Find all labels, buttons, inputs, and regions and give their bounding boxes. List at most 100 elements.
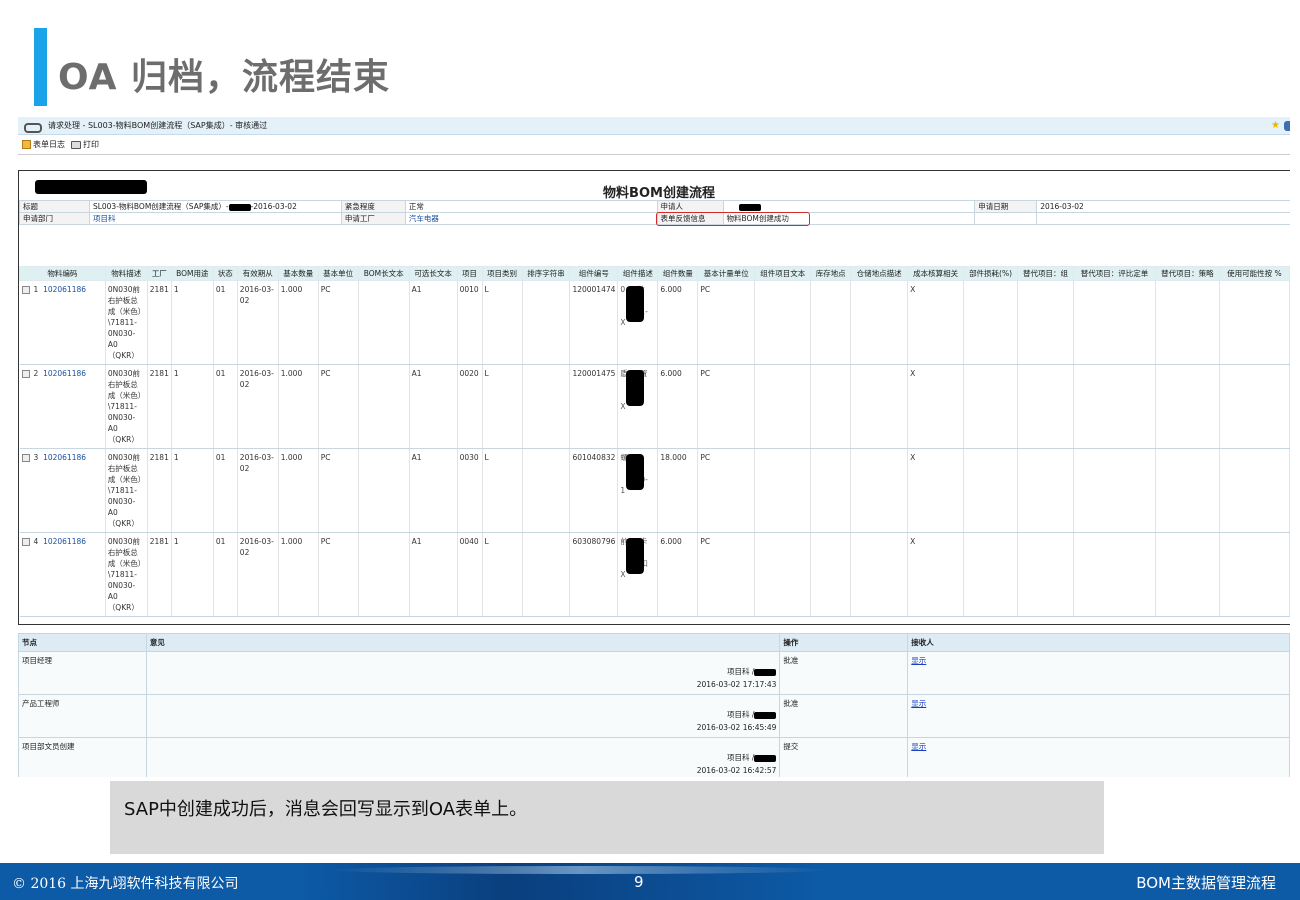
cost-cell: X (907, 448, 965, 533)
print-button[interactable]: 打印 (71, 139, 99, 150)
alt-rank-cell (1073, 448, 1156, 533)
form-title: 物料BOM创建流程 (603, 186, 715, 201)
alt-strategy-cell (1155, 448, 1220, 533)
qty-cell: 1.000 (278, 280, 319, 365)
approval-action: 批准 (779, 651, 909, 695)
comp-qty-cell: 6.000 (657, 532, 699, 617)
cost-cell: X (907, 364, 965, 449)
alt-cell: A1 (409, 280, 458, 365)
row-checkbox[interactable] (21, 286, 30, 294)
column-header: 可选长文本 (408, 266, 458, 281)
column-header: 替代项目：组 (1017, 266, 1074, 281)
comp-qty-cell: 18.000 (657, 448, 699, 533)
material-cell: 2 102061186 (19, 364, 106, 449)
urgency-value: 正常 (404, 200, 658, 213)
column-header: 状态 (212, 266, 238, 281)
material-cell: 4 102061186 (19, 532, 106, 617)
comp-text-cell (754, 364, 812, 449)
usage-cell: 1 (171, 532, 214, 617)
table-row: 1 102061186 0N030前右护板总成（米色）\71811-0N030-A… (19, 280, 1290, 365)
column-header: 基本单位 (317, 266, 359, 281)
approval-receiver: 显示 (907, 651, 1290, 695)
oa-window-header: 请求处理 - SL003-物料BOM创建流程（SAP集成）- 审核通过 ★ (18, 117, 1290, 135)
category-cell: L (482, 532, 523, 617)
item-cell: 0040 (457, 532, 483, 617)
redacted-mark (228, 203, 251, 211)
plant-cell: 2181 (147, 532, 172, 617)
status-cell: 01 (213, 364, 238, 449)
alt-group-cell (1017, 364, 1074, 449)
column-header: 组件数量 (657, 266, 699, 281)
column-header: BOM用途 (170, 266, 214, 281)
form-log-label: 表单日志 (33, 140, 65, 149)
column-header: 物料编码 (19, 266, 106, 281)
plant-cell: 2181 (147, 280, 172, 365)
alt-group-cell (1017, 448, 1074, 533)
cost-cell: X (907, 280, 965, 365)
alt-rank-cell (1073, 364, 1156, 449)
column-header: 部件损耗(%) (963, 266, 1019, 281)
comp-qty-cell: 6.000 (657, 364, 699, 449)
status-cell: 01 (213, 532, 238, 617)
alt-strategy-cell (1155, 280, 1220, 365)
approval-header-node: 节点 (18, 633, 147, 652)
footer-swoosh-highlight (330, 866, 830, 874)
applicant-label: 申请人 (656, 200, 724, 213)
qty-cell: 1.000 (278, 364, 319, 449)
sort-cell (522, 448, 571, 533)
approval-node: 项目经理 (18, 651, 147, 695)
footer-section-title: BOM主数据管理流程 (1136, 874, 1276, 892)
usage-prob-cell (1219, 448, 1290, 533)
column-header: BOM长文本 (357, 266, 410, 281)
sort-cell (522, 280, 571, 365)
valid-from-cell: 2016-03-02 (237, 448, 279, 533)
dept-value[interactable]: 项目科 (88, 212, 342, 225)
comp-desc-cell: 0 前1-X (617, 280, 659, 365)
app-logo-icon (24, 121, 42, 133)
panel-toggle-icon[interactable] (1284, 120, 1290, 131)
column-header: 组件项目文本 (754, 266, 812, 281)
slide-caption: SAP中创建成功后，消息会回写显示到OA表单上。 (110, 781, 1104, 854)
alt-cell: A1 (409, 532, 458, 617)
category-cell: L (482, 280, 523, 365)
usage-cell: 1 (171, 448, 214, 533)
comp-no-cell: 120001475 (569, 364, 619, 449)
alt-rank-cell (1073, 532, 1156, 617)
table-row: 4 102061186 0N030前右护板总成（米色）\71811-0N030-A… (19, 532, 1290, 617)
slide: OA 归档，流程结束 请求处理 - SL003-物料BOM创建流程（SAP集成）… (0, 0, 1300, 900)
title-label: 标题 (19, 200, 90, 213)
storage-desc-cell (850, 280, 909, 365)
unit-cell: PC (318, 280, 359, 365)
approval-log-table: 节点 意见 操作 接收人 项目经理 项目科 /2016-03-02 17:17:4… (18, 633, 1290, 777)
row-checkbox[interactable] (21, 370, 30, 378)
alt-group-cell (1017, 532, 1074, 617)
unit-cell: PC (318, 448, 359, 533)
column-header: 基本计量单位 (697, 266, 756, 281)
row-checkbox[interactable] (21, 454, 30, 462)
approval-opinion: 项目科 /2016-03-02 16:42:57 (145, 737, 781, 777)
comp-unit-cell: PC (697, 448, 756, 533)
show-receiver-link[interactable]: 显示 (911, 656, 926, 665)
approval-header-action: 操作 (779, 633, 909, 652)
form-log-button[interactable]: 表单日志 (22, 139, 65, 150)
redacted-block (35, 180, 147, 194)
approval-header-receiver: 接收人 (907, 633, 1290, 652)
show-receiver-link[interactable]: 显示 (911, 699, 926, 708)
storage-cell (810, 448, 852, 533)
favorite-star-icon[interactable]: ★ (1271, 120, 1280, 131)
plant-value[interactable]: 汽车电器 (404, 212, 658, 225)
valid-from-cell: 2016-03-02 (237, 280, 279, 365)
column-header: 物料描述 (104, 266, 148, 281)
row-checkbox[interactable] (21, 538, 30, 546)
column-header: 项目 (456, 266, 483, 281)
column-header: 库存地点 (810, 266, 852, 281)
show-receiver-link[interactable]: 显示 (911, 742, 926, 751)
apply-date-value: 2016-03-02 (1036, 200, 1290, 213)
column-header: 工厂 (146, 266, 172, 281)
oa-toolbar: 表单日志 打印 (18, 135, 1290, 155)
redacted-mark (626, 538, 645, 574)
status-cell: 01 (213, 280, 238, 365)
approval-opinion: 项目科 /2016-03-02 17:17:43 (145, 651, 781, 695)
form-log-icon (22, 140, 31, 149)
page-number: 9 (634, 873, 644, 891)
